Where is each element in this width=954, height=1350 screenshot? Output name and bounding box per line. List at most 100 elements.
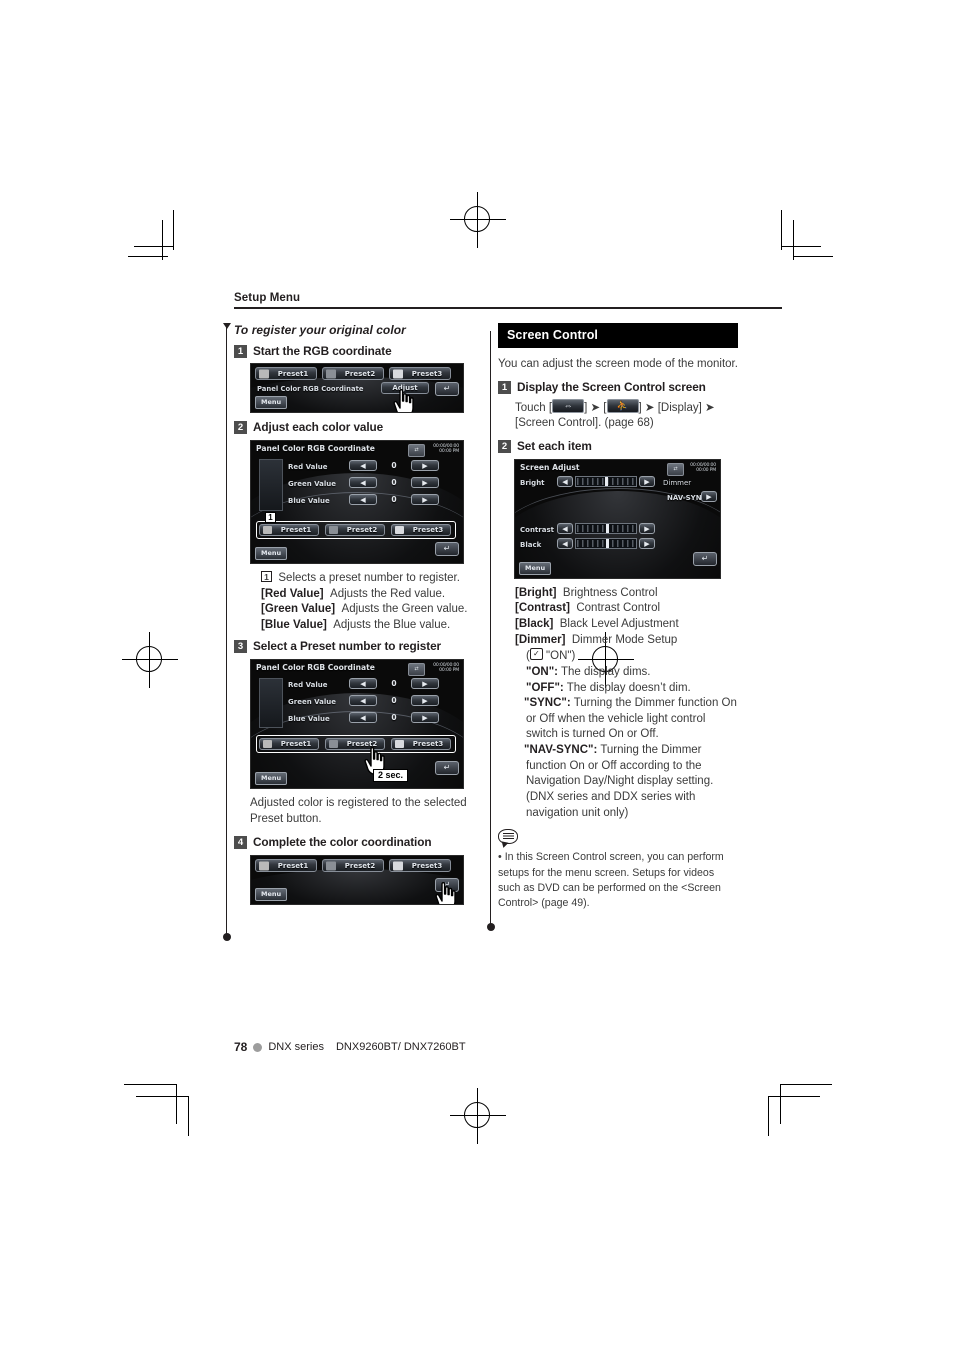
preset3-button[interactable]: Preset3 [389,859,451,873]
menu-button[interactable]: Menu [255,546,288,560]
callout-legend-row: [Red Value] Adjusts the Red value. [261,587,482,603]
blue-value-readout: 0 [391,494,397,504]
green-value-readout: 0 [391,696,397,706]
green-value-label: Green Value [288,479,337,488]
dimmer-next-button[interactable]: ▶ [701,490,717,502]
source-switch-icon[interactable]: ⇔ [552,398,585,413]
default-setting-icon: ✓ [529,648,543,661]
blue-value-decrease-button[interactable]: ◀ [349,712,377,724]
bright-increase-button[interactable]: ▶ [639,475,655,487]
preset3-color-swatch [393,369,403,379]
rc-step-2-title: Set each item [517,439,592,454]
section-title-bar: Screen Control [498,322,738,348]
contrast-decrease-button[interactable]: ◀ [557,522,573,534]
bright-slider[interactable] [575,475,637,487]
subsection-heading: To register your original color [234,322,406,337]
rc-step-1-title: Display the Screen Control screen [517,380,706,395]
return-button[interactable]: ↵ [693,551,717,566]
device-screen-rgb-preset-hold: Panel Color RGB Coordinate ⇄ 00:00/00:00… [250,659,464,790]
contrast-slider[interactable] [575,522,637,534]
source-icon[interactable]: ⇄ [408,663,425,677]
green-value-increase-button[interactable]: ▶ [411,476,439,488]
callout-number-1: 1 [265,511,276,523]
preset3-label: Preset3 [411,862,443,871]
device-screen-rgb-coordinate: Panel Color RGB Coordinate ⇄ 00:00/00:00… [250,439,464,564]
preset1-label: Preset1 [277,370,309,379]
black-desc: Black Level Adjustment [559,618,679,631]
preset2-button[interactable]: Preset2 [322,367,384,381]
dimmer-option-navsync: "NAV-SYNC": Turning the Dimmer function … [515,743,738,821]
note-block: • In this Screen Control screen, you can … [498,829,738,911]
black-slider[interactable] [575,537,637,549]
setup-person-icon[interactable]: ⛹ [606,398,639,413]
menu-button[interactable]: Menu [255,888,288,902]
menu-button[interactable]: Menu [519,561,552,575]
source-icon[interactable]: ⇄ [408,443,425,457]
red-value-label: Red Value [288,462,328,471]
preset2-button[interactable]: Preset2 [322,859,384,873]
red-value-decrease-button[interactable]: ◀ [349,678,377,690]
preset1-button[interactable]: Preset1 [259,738,319,751]
source-icon[interactable]: ⇄ [667,462,684,476]
return-button[interactable]: ↵ [435,541,459,556]
bright-decrease-button[interactable]: ◀ [557,475,573,487]
red-value-increase-button[interactable]: ▶ [411,459,439,471]
step-4-number: 4 [234,836,247,850]
crop-mark-top-left [128,210,198,260]
preset1-label: Preset1 [280,525,312,534]
screen-title: Panel Color RGB Coordinate [256,443,375,453]
green-value-decrease-button[interactable]: ◀ [349,695,377,707]
default-check-glyph: ✓ [532,649,540,659]
color-preview-swatch [259,678,283,729]
preset3-button[interactable]: Preset3 [391,738,451,751]
setup-person-glyph: ⛹ [616,400,629,411]
step-1-number: 1 [234,344,247,358]
note-body: In this Screen Control screen, you can p… [498,851,724,910]
return-button[interactable]: ↵ [435,761,459,776]
contrast-slider-knob[interactable] [606,523,609,533]
black-increase-button[interactable]: ▶ [639,537,655,549]
black-decrease-button[interactable]: ◀ [557,537,573,549]
preset3-button[interactable]: Preset3 [391,523,451,536]
contrast-label: Contrast [520,525,554,534]
menu-button[interactable]: Menu [255,396,288,410]
source-switch-glyph: ⇔ [563,400,573,411]
screen-title: Panel Color RGB Coordinate [256,663,375,673]
clock-display: 00:00/00:00 00:00 PM [690,463,716,474]
bright-slider-knob[interactable] [605,476,608,486]
menu-button[interactable]: Menu [255,772,288,786]
callout-legend-number: 1 [261,570,272,582]
red-value-key: [Red Value] [261,587,324,600]
step-1: 1 Start the RGB coordinate [234,344,482,359]
preset2-button[interactable]: Preset2 [325,523,385,536]
blue-value-increase-button[interactable]: ▶ [411,493,439,505]
red-value-decrease-button[interactable]: ◀ [349,459,377,471]
preset1-button[interactable]: Preset1 [259,523,319,536]
clock-line-2: 00:00 PM [439,668,459,674]
preset1-color-swatch [263,740,272,749]
blue-value-decrease-button[interactable]: ◀ [349,493,377,505]
contrast-increase-button[interactable]: ▶ [639,522,655,534]
preset2-color-swatch [329,740,338,749]
preset1-button[interactable]: Preset1 [255,367,317,381]
black-key: [Black] [515,618,554,631]
note-bubble-lines [502,833,514,841]
preset3-button[interactable]: Preset3 [389,367,451,381]
footer-bullet-dot [253,1042,263,1052]
clock-line-2: 00:00 PM [696,468,716,474]
green-value-key: [Green Value] [261,603,336,616]
running-head: Setup Menu [234,292,301,304]
footer-series: DNX series [268,1041,324,1053]
blue-value-increase-button[interactable]: ▶ [411,712,439,724]
rc-step-1: 1 Display the Screen Control screen [498,380,738,395]
page-content: Setup Menu To register your original col… [222,292,782,941]
clock-display: 00:00/00:00 00:00 PM [433,444,459,455]
red-value-increase-button[interactable]: ▶ [411,678,439,690]
black-slider-knob[interactable] [606,538,609,548]
callout-legend-row: [Green Value] Adjusts the Green value. [261,602,482,618]
preset1-button[interactable]: Preset1 [255,859,317,873]
green-value-decrease-button[interactable]: ◀ [349,476,377,488]
note-bullet: • [498,851,502,864]
return-button[interactable]: ↵ [435,382,459,397]
green-value-increase-button[interactable]: ▶ [411,695,439,707]
